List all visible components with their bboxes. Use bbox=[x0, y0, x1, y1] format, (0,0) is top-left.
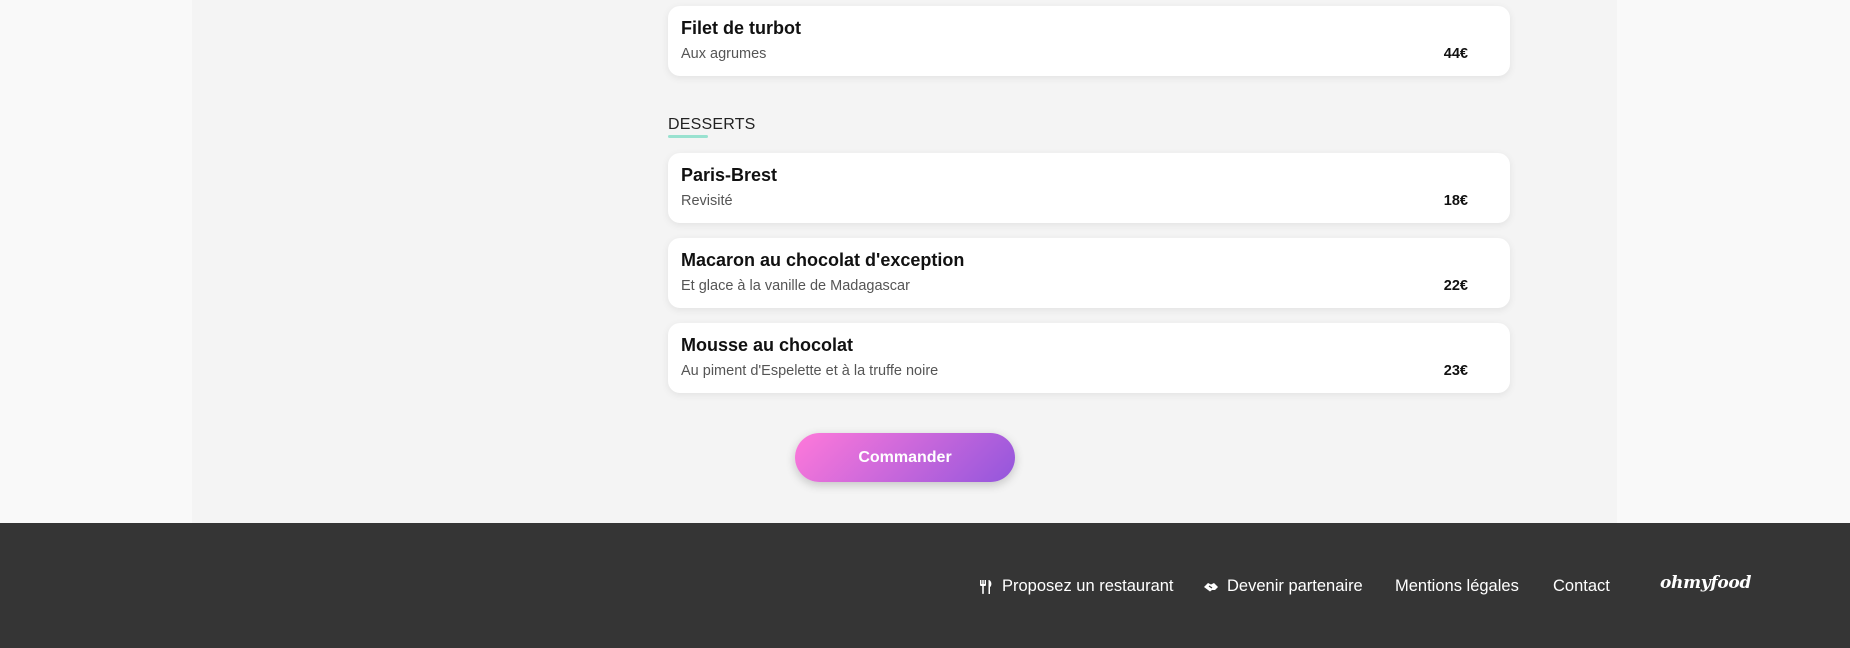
section-title-desserts: DESSERTS bbox=[668, 116, 756, 133]
dish-name: Macaron au chocolat d'exception bbox=[681, 250, 965, 270]
dish-description: Revisité bbox=[681, 193, 733, 209]
menu-item-card[interactable]: Mousse au chocolat Au piment d'Espelette… bbox=[668, 323, 1510, 393]
dish-price: 22€ bbox=[1443, 278, 1468, 294]
footer-link-label: Proposez un restaurant bbox=[1002, 577, 1174, 595]
footer-link-legal[interactable]: Mentions légales bbox=[1395, 577, 1519, 596]
footer-link-label: Mentions légales bbox=[1395, 577, 1519, 595]
dish-name: Filet de turbot bbox=[681, 18, 801, 38]
dish-description: Aux agrumes bbox=[681, 46, 767, 62]
footer-link-label: Contact bbox=[1553, 577, 1610, 595]
handshake-icon bbox=[1203, 579, 1219, 595]
dish-price: 23€ bbox=[1443, 363, 1468, 379]
footer: Proposez un restaurant Devenir partenair… bbox=[0, 523, 1850, 648]
section-underline bbox=[668, 135, 708, 138]
menu-item-card[interactable]: Filet de turbot Aux agrumes 44€ bbox=[668, 6, 1510, 76]
dish-description: Au piment d'Espelette et à la truffe noi… bbox=[681, 363, 939, 379]
dish-description: Et glace à la vanille de Madagascar bbox=[681, 278, 910, 294]
brand-logo[interactable]: ohmyfood bbox=[1660, 573, 1751, 593]
dish-name: Mousse au chocolat bbox=[681, 335, 854, 355]
footer-link-become-partner[interactable]: Devenir partenaire bbox=[1203, 577, 1363, 596]
footer-link-contact[interactable]: Contact bbox=[1553, 577, 1610, 596]
page: Filet de turbot Aux agrumes 44€ DESSERTS… bbox=[0, 0, 1850, 648]
footer-link-label: Devenir partenaire bbox=[1227, 577, 1363, 595]
order-button[interactable]: Commander bbox=[795, 433, 1015, 482]
menu-item-card[interactable]: Macaron au chocolat d'exception Et glace… bbox=[668, 238, 1510, 308]
dish-price: 44€ bbox=[1443, 46, 1468, 62]
footer-link-propose-restaurant[interactable]: Proposez un restaurant bbox=[978, 577, 1174, 596]
dish-name: Paris-Brest bbox=[681, 165, 778, 185]
utensils-icon bbox=[978, 579, 994, 595]
dish-price: 18€ bbox=[1443, 193, 1468, 209]
menu-item-card[interactable]: Paris-Brest Revisité 18€ bbox=[668, 153, 1510, 223]
